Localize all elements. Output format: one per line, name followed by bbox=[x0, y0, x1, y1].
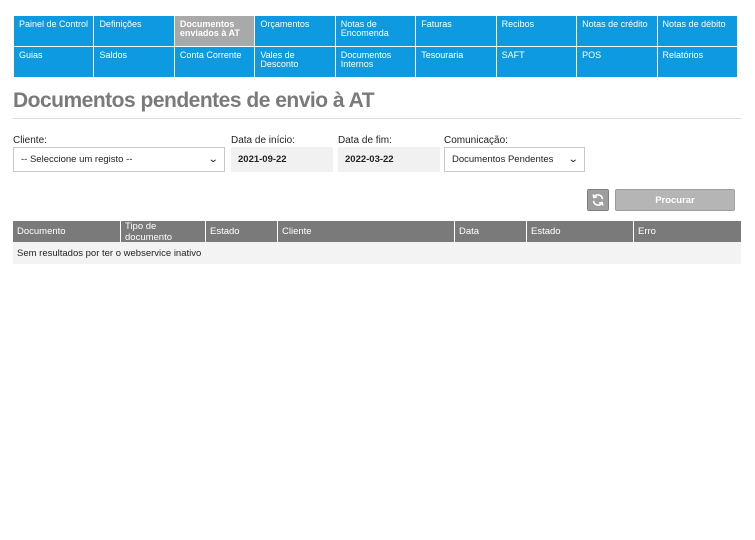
nav-item-definicoes[interactable]: Definições bbox=[94, 16, 175, 47]
nav-item-saldos[interactable]: Saldos bbox=[94, 47, 175, 78]
table-empty-message: Sem resultados por ter o webservice inat… bbox=[13, 242, 741, 264]
communication-select[interactable]: Documentos Pendentes ⌄ bbox=[444, 147, 585, 172]
chevron-down-icon: ⌄ bbox=[567, 154, 579, 165]
title-divider bbox=[13, 118, 741, 119]
nav-item-conta-corrente[interactable]: Conta Corrente bbox=[174, 47, 256, 78]
refresh-button[interactable] bbox=[587, 189, 609, 211]
main-nav: Painel de Control Definições Documentos … bbox=[14, 16, 738, 78]
nav-item-saft[interactable]: SAFT bbox=[496, 47, 578, 78]
column-header-erro[interactable]: Erro bbox=[634, 221, 741, 242]
client-label: Cliente: bbox=[13, 135, 47, 146]
communication-select-value: Documentos Pendentes bbox=[452, 154, 554, 165]
start-date-label: Data de início: bbox=[231, 135, 295, 146]
client-select-value: -- Seleccione um registo -- bbox=[21, 154, 133, 165]
nav-item-documentos-internos[interactable]: Documentos Internos bbox=[335, 47, 417, 78]
column-header-estado[interactable]: Estado bbox=[206, 221, 278, 242]
nav-item-tesouraria[interactable]: Tesouraria bbox=[416, 47, 497, 78]
start-date-input[interactable]: 2021-09-22 bbox=[231, 147, 333, 172]
column-header-tipo-de-documento[interactable]: Tipo de documento bbox=[121, 221, 206, 243]
nav-item-relatorios[interactable]: Relatórios bbox=[657, 47, 738, 78]
column-header-estado-comunicacao[interactable]: Estado bbox=[527, 221, 634, 242]
end-date-label: Data de fim: bbox=[338, 135, 392, 146]
end-date-input[interactable]: 2022-03-22 bbox=[338, 147, 440, 172]
nav-item-notas-de-credito[interactable]: Notas de crédito bbox=[577, 16, 658, 47]
nav-item-notas-de-encomenda[interactable]: Notas de Encomenda bbox=[335, 16, 417, 47]
client-select[interactable]: -- Seleccione um registo -- ⌄ bbox=[13, 147, 225, 172]
nav-item-notas-de-debito[interactable]: Notas de débito bbox=[657, 16, 738, 47]
nav-item-pos[interactable]: POS bbox=[577, 47, 658, 78]
nav-item-faturas[interactable]: Faturas bbox=[416, 16, 497, 47]
column-header-documento[interactable]: Documento bbox=[13, 221, 121, 242]
search-button[interactable]: Procurar bbox=[615, 189, 735, 211]
results-table-header: Documento Tipo de documento Estado Clien… bbox=[13, 221, 741, 243]
nav-item-painel-de-control[interactable]: Painel de Control bbox=[14, 16, 95, 47]
chevron-down-icon: ⌄ bbox=[207, 154, 219, 165]
nav-item-vales-de-desconto[interactable]: Vales de Desconto bbox=[255, 47, 336, 78]
nav-item-guias[interactable]: Guias bbox=[14, 47, 95, 78]
nav-item-documentos-enviados-at[interactable]: Documentos enviados à AT bbox=[174, 16, 256, 47]
column-header-cliente[interactable]: Cliente bbox=[278, 221, 455, 242]
communication-label: Comunicação: bbox=[444, 135, 508, 146]
refresh-icon bbox=[592, 194, 604, 206]
nav-item-recibos[interactable]: Recibos bbox=[496, 16, 578, 47]
page-title: Documentos pendentes de envio à AT bbox=[13, 89, 375, 112]
column-header-data[interactable]: Data bbox=[455, 221, 527, 242]
nav-item-orcamentos[interactable]: Orçamentos bbox=[255, 16, 336, 47]
